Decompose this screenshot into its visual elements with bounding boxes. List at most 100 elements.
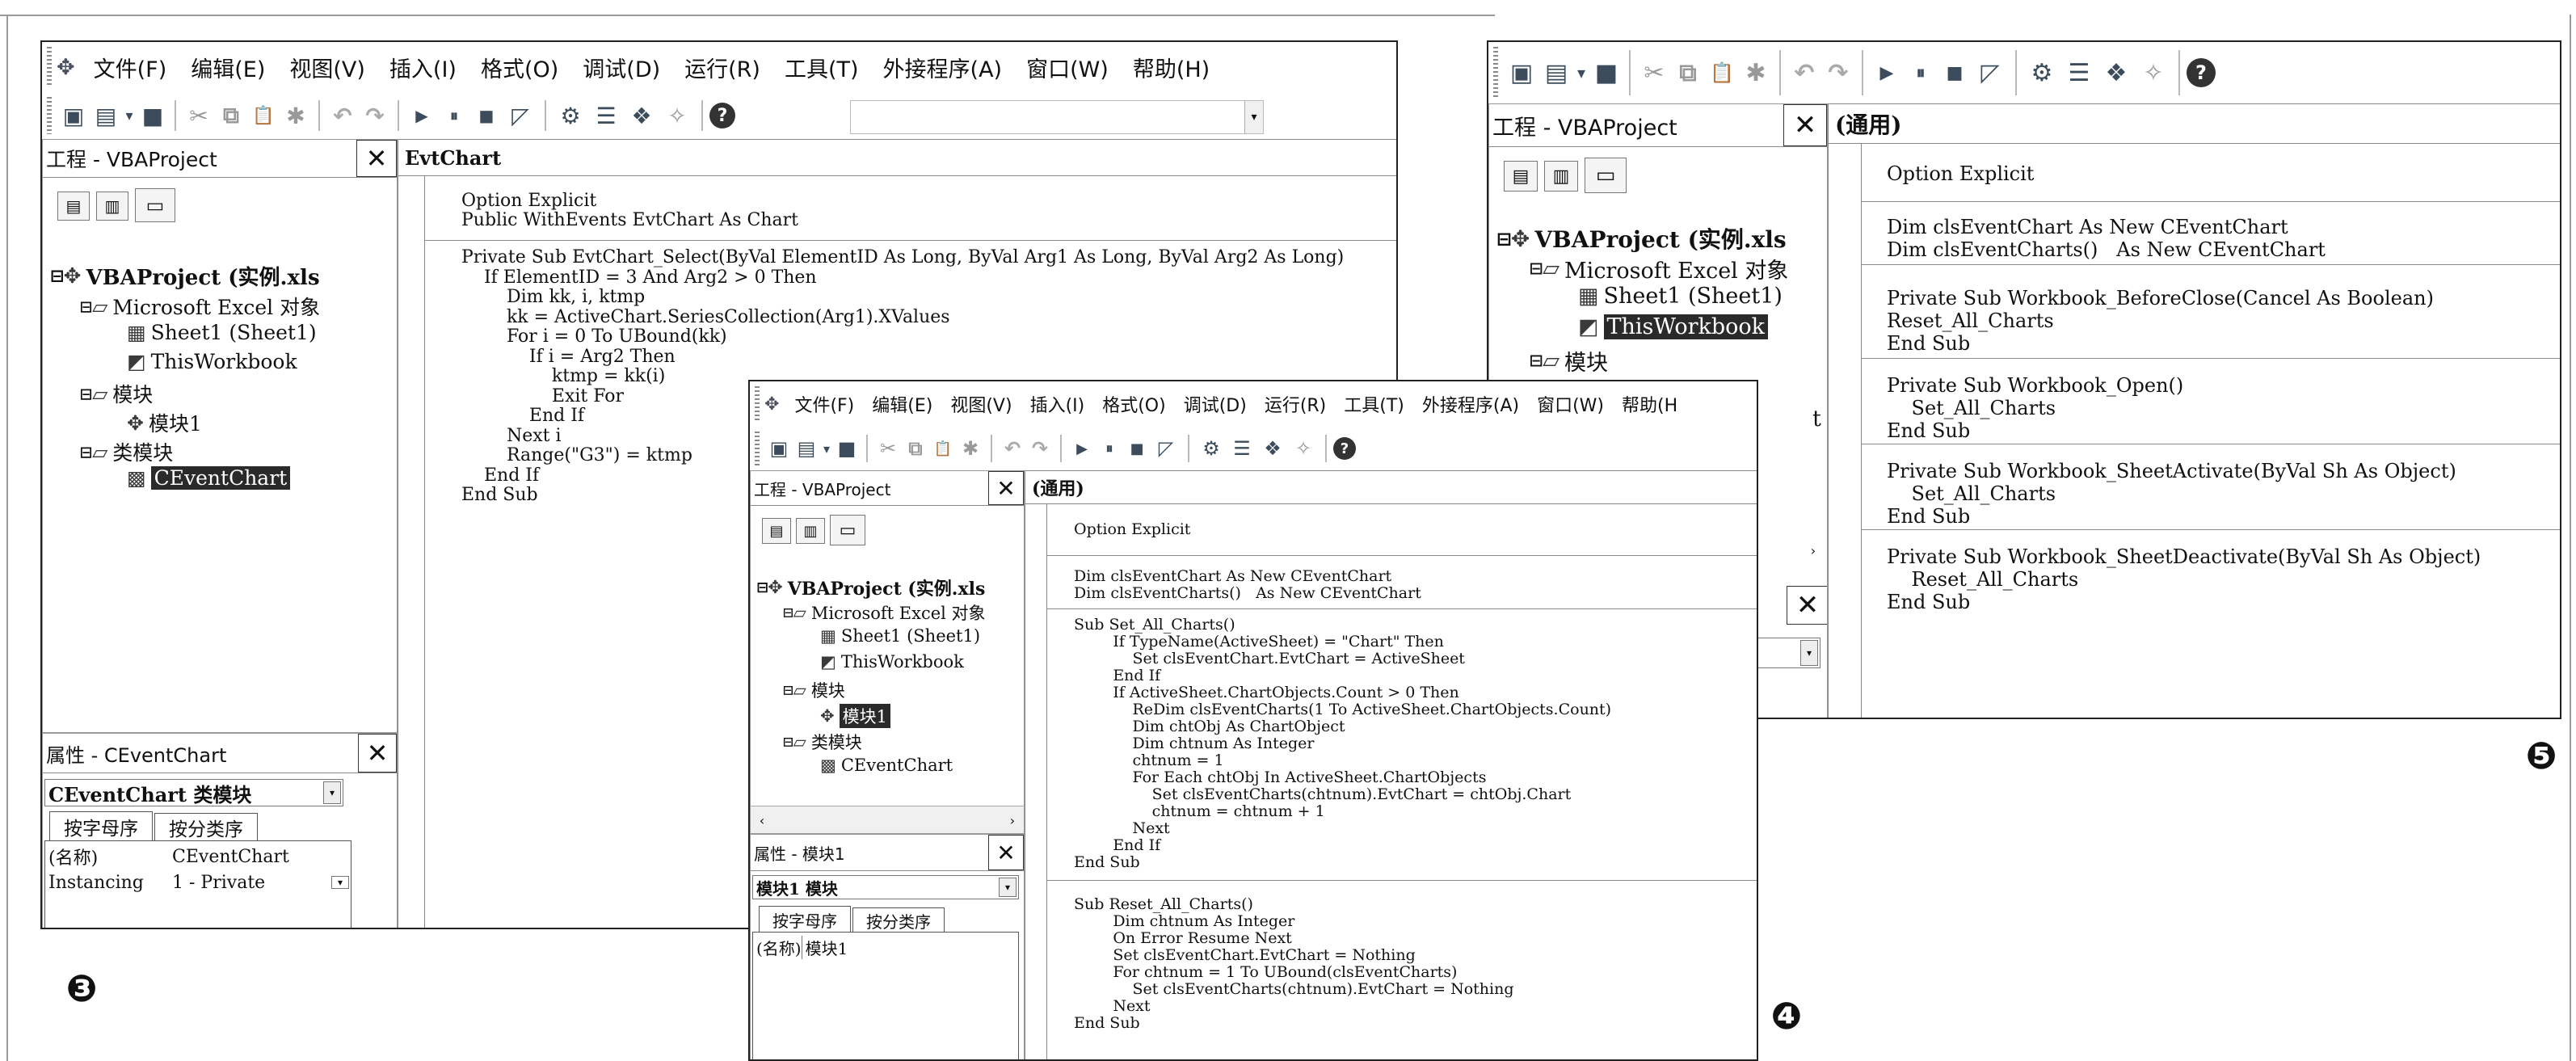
paste-icon[interactable]: 📋 [247,106,280,126]
menu-format[interactable]: 格式(O) [1102,391,1165,417]
tree-project-root[interactable]: ⊟ ✥ VBAProject (实例.xls [1497,222,1787,255]
tree-folder-modules[interactable]: ⊟ ▱ 模块 [783,678,845,702]
scroll-right-icon[interactable]: › [1801,536,1825,565]
tree-folder-class[interactable]: ⊟ ▱ 类模块 [783,730,862,754]
view-code-icon[interactable]: ▤ [1504,161,1538,192]
run-icon[interactable]: ▶ [1068,440,1096,457]
cut-icon[interactable]: ✂ [183,103,215,129]
properties-icon[interactable]: ☰ [2060,59,2098,87]
menu-insert[interactable]: 插入(I) [1030,391,1085,417]
properties-close-icon[interactable]: ✕ [1787,586,1827,625]
tree-folder-modules[interactable]: ⊟ ▱ 模块 [1530,345,1608,377]
menu-debug[interactable]: 调试(D) [1184,391,1247,417]
tree-item-thisworkbook[interactable]: ◩ ThisWorkbook [820,652,964,672]
toggle-folders-icon[interactable]: ▭ [1585,158,1627,193]
design-mode-icon[interactable]: ◸ [1151,437,1181,460]
procedure-combo[interactable]: (通用) [1829,104,2560,144]
cut-icon[interactable]: ✂ [1637,59,1671,87]
toolbox-icon[interactable]: ✧ [2135,59,2172,87]
code-window[interactable]: (通用) Option Explicit Dim clsEventChart A… [1828,103,2560,718]
collapse-icon[interactable]: ⊟ [51,264,64,288]
chevron-down-icon[interactable]: ▾ [819,441,834,457]
view-code-icon[interactable]: ▤ [762,518,791,544]
menu-run[interactable]: 运行(R) [1265,391,1326,417]
tree-folder-objects[interactable]: ⊟ ▱ Microsoft Excel 对象 [80,292,320,321]
collapse-icon[interactable]: ⊟ [1530,348,1543,373]
menu-addins[interactable]: 外接程序(A) [1422,391,1519,417]
object-combo[interactable]: EvtChart [398,140,1396,176]
menu-insert[interactable]: 插入(I) [389,52,457,83]
menu-run[interactable]: 运行(R) [684,52,760,83]
position-combo[interactable]: ▾ [850,100,1264,134]
tree-project-root[interactable]: ⊟ ✥ VBAProject (实例.xls [51,261,320,291]
undo-icon[interactable]: ↶ [326,103,359,129]
chevron-down-icon[interactable]: ▾ [999,878,1017,897]
tree-item-ceventchart[interactable]: ▩ CEventChart [820,756,953,775]
menu-addins[interactable]: 外接程序(A) [883,52,1003,83]
close-icon[interactable]: ✕ [356,140,397,177]
menu-edit[interactable]: 编辑(E) [191,52,265,83]
tree-item-thisworkbook[interactable]: ◩ ThisWorkbook [127,350,297,373]
close-icon[interactable]: ✕ [358,734,397,773]
collapse-icon[interactable]: ⊟ [80,295,92,318]
find-icon[interactable]: ✱ [957,437,984,460]
properties-object-combo[interactable]: 模块1 模块 ▾ [752,875,1019,899]
menu-view[interactable]: 视图(V) [289,52,365,83]
menu-window[interactable]: 窗口(W) [1537,391,1604,417]
close-icon[interactable]: ✕ [988,835,1024,870]
chevron-down-icon[interactable]: ▾ [1244,101,1263,133]
undo-icon[interactable]: ↶ [999,437,1026,460]
toolbox-icon[interactable]: ✧ [1288,437,1319,460]
paste-icon[interactable]: 📋 [929,440,957,457]
tab-alphabetic[interactable]: 按字母序 [49,811,153,841]
project-explorer-icon[interactable]: ⚙ [1196,437,1227,460]
chevron-down-icon[interactable]: ▾ [1800,640,1818,666]
cut-icon[interactable]: ✂ [874,437,902,460]
code-window[interactable]: (通用) Option Explicit Dim clsEventChart A… [1025,470,1757,1059]
insert-module-icon[interactable]: ▤ [90,103,121,129]
property-row-name[interactable]: (名称) 模块1 [753,935,1018,959]
tree-folder-objects[interactable]: ⊟ ▱ Microsoft Excel 对象 [1530,253,1788,284]
view-excel-icon[interactable]: ▣ [1503,59,1540,87]
tab-categorized[interactable]: 按分类序 [154,813,258,841]
run-icon[interactable]: ▶ [1870,63,1904,83]
menu-window[interactable]: 窗口(W) [1026,52,1109,83]
tree-item-ceventchart[interactable]: ▩ CEventChart [127,466,291,490]
menu-file[interactable]: 文件(F) [94,52,167,83]
design-mode-icon[interactable]: ◸ [1972,59,2009,87]
collapse-icon[interactable]: ⊟ [783,732,793,752]
save-icon[interactable]: ■ [137,103,168,129]
tree-item-sheet1[interactable]: ▦ Sheet1 (Sheet1) [1578,284,1783,309]
view-object-icon[interactable]: ▥ [96,192,128,221]
chevron-down-icon[interactable]: ▾ [323,781,341,804]
design-mode-icon[interactable]: ◸ [503,103,538,129]
reset-icon[interactable]: ■ [470,106,503,125]
collapse-icon[interactable]: ⊟ [80,382,92,406]
tree-item-sheet1[interactable]: ▦ Sheet1 (Sheet1) [820,626,980,646]
menu-file[interactable]: 文件(F) [794,391,854,417]
horizontal-scrollbar[interactable]: ‹ › [751,806,1024,833]
collapse-icon[interactable]: ⊟ [783,680,793,700]
menu-grip[interactable] [755,386,760,422]
tab-alphabetic[interactable]: 按字母序 [759,906,851,933]
run-icon[interactable]: ▶ [406,106,438,125]
copy-icon[interactable]: ⧉ [902,437,929,460]
menu-format[interactable]: 格式(O) [481,52,558,83]
view-code-icon[interactable]: ▤ [57,192,90,221]
tree-folder-modules[interactable]: ⊟ ▱ 模块 [80,379,153,408]
properties-icon[interactable]: ☰ [1227,437,1257,460]
scroll-left-icon[interactable]: ‹ [751,806,773,833]
break-icon[interactable]: ⏸ [1096,440,1123,457]
insert-module-icon[interactable]: ▤ [793,437,819,460]
object-browser-icon[interactable]: ❖ [624,103,659,129]
break-icon[interactable]: ⏸ [1904,63,1938,83]
tree-project-root[interactable]: ⊟ ✥ VBAProject (实例.xls [757,575,985,600]
project-explorer-icon[interactable]: ⚙ [553,103,588,129]
collapse-icon[interactable]: ⊟ [757,578,768,598]
redo-icon[interactable]: ↷ [1821,59,1855,87]
toolbar-grip[interactable] [1493,47,1498,99]
collapse-icon[interactable]: ⊟ [80,440,92,464]
tree-item-module1[interactable]: ✥ 模块1 [820,704,890,728]
paste-icon[interactable]: 📋 [1705,61,1739,84]
copy-icon[interactable]: ⧉ [1671,59,1705,87]
